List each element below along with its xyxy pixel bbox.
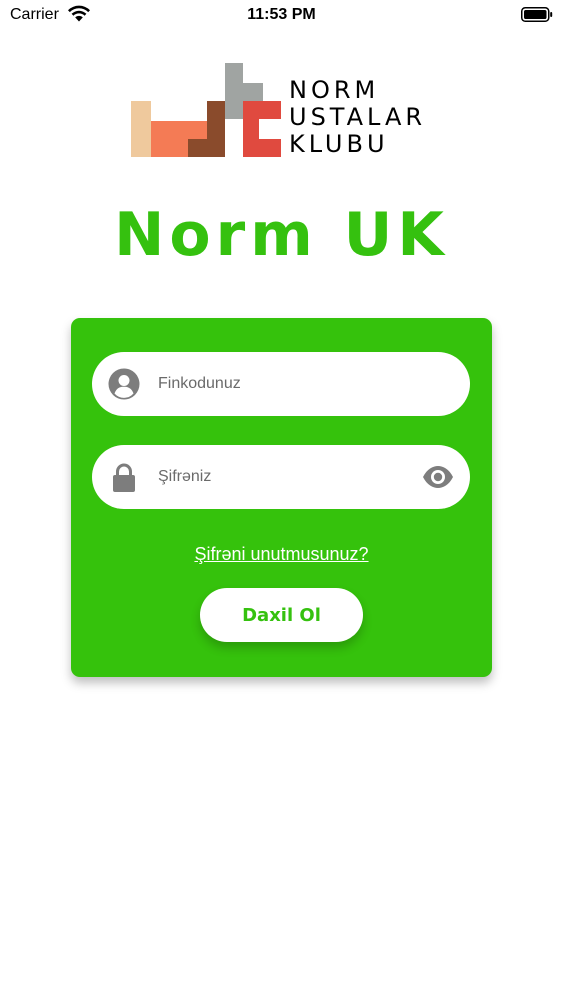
logo-text-line-2: USTALAR xyxy=(289,103,426,131)
forgot-password-link[interactable]: Şifrəni unutmusunuz? xyxy=(71,544,492,565)
norm-ustalar-klubu-logo: NORM USTALAR KLUBU xyxy=(131,63,426,158)
login-button[interactable]: Daxil Ol xyxy=(200,588,363,642)
logo-text-line-3: KLUBU xyxy=(289,130,389,158)
password-input[interactable] xyxy=(158,457,408,497)
status-time: 11:53 PM xyxy=(247,6,316,23)
lock-icon xyxy=(113,463,135,492)
username-field[interactable] xyxy=(92,352,470,416)
battery-icon xyxy=(521,7,553,22)
user-icon xyxy=(108,368,140,400)
status-bar: Carrier 11:53 PM xyxy=(0,0,563,30)
eye-icon[interactable] xyxy=(422,464,454,490)
logo-text-line-1: NORM xyxy=(289,76,379,104)
password-field[interactable] xyxy=(92,445,470,509)
app-title: Norm UK xyxy=(114,200,449,270)
username-input[interactable] xyxy=(158,364,408,404)
login-card: Şifrəni unutmusunuz? Daxil Ol xyxy=(71,318,492,677)
